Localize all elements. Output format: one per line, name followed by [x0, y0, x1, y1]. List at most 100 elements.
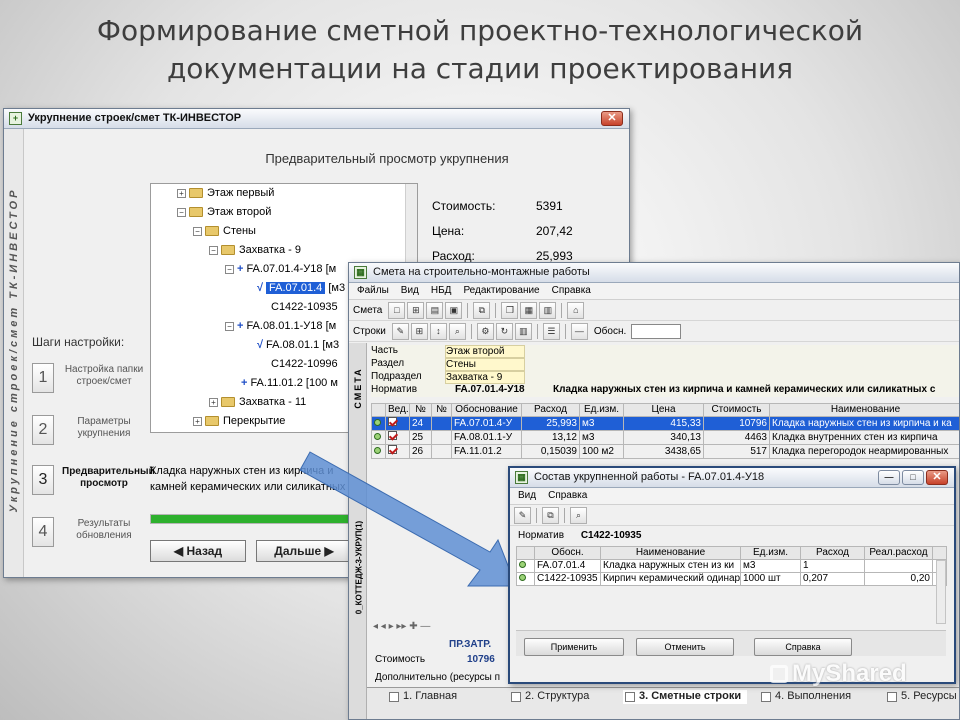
tree-node-fa08[interactable]: − + FA.08.01.1-У18 [м: [225, 317, 336, 336]
column-header[interactable]: Наименование: [769, 403, 959, 417]
row-unit: м3: [579, 416, 624, 431]
toolbar-separator: [564, 507, 565, 523]
edit-icon[interactable]: ✎: [391, 322, 409, 340]
back-button[interactable]: ◀ Назад: [150, 540, 246, 562]
expand-icon[interactable]: +: [209, 397, 218, 407]
tree-node-fa11[interactable]: + FA.11.01.2 [100 м: [241, 374, 338, 393]
menu-view[interactable]: Вид: [518, 490, 536, 502]
apply-button[interactable]: Применить: [524, 638, 624, 656]
report-icon[interactable]: ▥: [539, 301, 557, 319]
tree-icon[interactable]: ⊞: [407, 301, 425, 319]
step-3[interactable]: 3 Предварительный просмотр: [32, 465, 155, 497]
normativ-code: FA.07.01.4-У18: [455, 384, 525, 395]
tree-node-floor1[interactable]: + Этаж первый: [177, 184, 274, 203]
column-header[interactable]: Обосн.: [534, 546, 601, 560]
grid-icon[interactable]: ▤: [426, 301, 444, 319]
column-header[interactable]: Ед.изм.: [740, 546, 801, 560]
composition-scrollbar[interactable]: [936, 560, 946, 624]
tree-node-c1422-935[interactable]: С1422-10935: [271, 298, 338, 317]
search-icon[interactable]: ⌕: [570, 506, 587, 524]
pointer-arrow: [299, 451, 517, 587]
collapse-icon[interactable]: −: [209, 245, 218, 255]
minus-icon[interactable]: —: [570, 322, 588, 340]
step-4[interactable]: 4 Результаты обновления: [32, 517, 142, 549]
tree-node-c1422-996[interactable]: С1422-10996: [271, 355, 338, 374]
chart-icon[interactable]: ▥: [514, 322, 532, 340]
collapse-icon[interactable]: −: [225, 264, 234, 274]
column-header[interactable]: Вед.: [385, 403, 410, 417]
help-button[interactable]: Справка: [754, 638, 852, 656]
column-header[interactable]: №: [409, 403, 432, 417]
tab-estimate-rows[interactable]: 3. Сметные строки: [623, 690, 748, 704]
collapse-icon[interactable]: −: [225, 321, 234, 331]
column-header[interactable]: Реал.расход: [864, 546, 933, 560]
row-qty: 13,12: [521, 430, 580, 445]
tab-main[interactable]: 1. Главная: [387, 690, 457, 704]
column-header[interactable]: [371, 403, 386, 417]
checkbox[interactable]: [388, 431, 397, 440]
obosn-input[interactable]: [631, 323, 682, 339]
expand-icon[interactable]: +: [193, 416, 202, 426]
search-icon[interactable]: ⌕: [448, 322, 466, 340]
tree-node-fa07-item[interactable]: √ FA.07.01.4 [м3: [257, 279, 345, 298]
composition-table[interactable]: Обосн. Наименование Ед.изм. Расход Реал.…: [516, 546, 947, 586]
layers-icon[interactable]: ❐: [501, 301, 519, 319]
copy-icon[interactable]: ⧉: [473, 301, 491, 319]
column-header[interactable]: Цена: [623, 403, 704, 417]
menu-help[interactable]: Справка: [548, 490, 587, 502]
info-label: Часть: [371, 345, 399, 356]
step-2[interactable]: 2 Параметры укрупнения: [32, 415, 142, 447]
tree-node-walls[interactable]: − Стены: [193, 222, 256, 241]
column-header[interactable]: Наименование: [600, 546, 741, 560]
column-header[interactable]: №: [431, 403, 452, 417]
menu-edit[interactable]: Редактирование: [463, 285, 539, 297]
collapse-icon[interactable]: −: [177, 207, 186, 217]
list-icon[interactable]: ☰: [542, 322, 560, 340]
doc-icon[interactable]: ▣: [445, 301, 463, 319]
column-header[interactable]: Ед.изм.: [579, 403, 624, 417]
step-1[interactable]: 1 Настройка папки строек/смет: [32, 363, 143, 395]
tree-node-grip11[interactable]: + Захватка - 11: [209, 393, 306, 412]
table-icon[interactable]: ▦: [520, 301, 538, 319]
stat-value: 207,42: [536, 224, 573, 238]
close-icon[interactable]: ✕: [926, 470, 948, 485]
menu-view[interactable]: Вид: [401, 285, 419, 297]
tab-resources[interactable]: 5. Ресурсы: [885, 690, 957, 704]
status-icon: [374, 432, 381, 440]
tree-node-ceiling[interactable]: + Перекрытие: [193, 412, 285, 431]
table-icon: ▦: [354, 266, 367, 279]
minimize-icon[interactable]: —: [878, 470, 900, 485]
plus-icon: +: [237, 263, 244, 275]
new-icon[interactable]: □: [388, 301, 406, 319]
tab-structure[interactable]: 2. Структура: [509, 690, 589, 704]
expand-icon[interactable]: +: [177, 188, 186, 198]
estimate-menu-bar: Файлы Вид НБД Редактирование Справка: [349, 283, 959, 300]
collapse-icon[interactable]: −: [193, 226, 202, 236]
tree-node-floor2[interactable]: − Этаж второй: [177, 203, 271, 222]
table-row[interactable]: FA.07.01.4 Кладка наружных стен из ки м3…: [516, 559, 947, 573]
refresh-icon[interactable]: ↻: [495, 322, 513, 340]
column-header[interactable]: Расход: [521, 403, 580, 417]
tree-icon[interactable]: ⊞: [410, 322, 428, 340]
column-header[interactable]: Расход: [800, 546, 865, 560]
maximize-icon[interactable]: □: [902, 470, 924, 485]
checkbox[interactable]: [388, 417, 397, 426]
tree-node-grip9[interactable]: − Захватка - 9: [209, 241, 301, 260]
close-icon[interactable]: ✕: [601, 111, 623, 126]
table-row[interactable]: С1422-10935 Кирпич керамический одинар 1…: [516, 572, 947, 586]
menu-help[interactable]: Справка: [552, 285, 591, 297]
copy-icon[interactable]: ⧉: [542, 506, 559, 524]
menu-files[interactable]: Файлы: [357, 285, 389, 297]
edit-icon[interactable]: ✎: [514, 506, 531, 524]
settings-icon[interactable]: ⚙: [476, 322, 494, 340]
column-header[interactable]: Обоснование: [451, 403, 522, 417]
table-row[interactable]: 24 FA.07.01.4-У 25,993 м3 415,33 10796 К…: [371, 416, 959, 431]
tree-node-fa08-item[interactable]: √ FA.08.01.1 [м3: [257, 336, 339, 355]
tab-executions[interactable]: 4. Выполнения: [759, 690, 851, 704]
column-header[interactable]: Стоимость: [703, 403, 770, 417]
sort-icon[interactable]: ↕: [429, 322, 447, 340]
home-icon[interactable]: ⌂: [567, 301, 585, 319]
tree-node-fa07[interactable]: − + FA.07.01.4-У18 [м: [225, 260, 336, 279]
menu-nbd[interactable]: НБД: [431, 285, 452, 297]
cancel-button[interactable]: Отменить: [636, 638, 734, 656]
